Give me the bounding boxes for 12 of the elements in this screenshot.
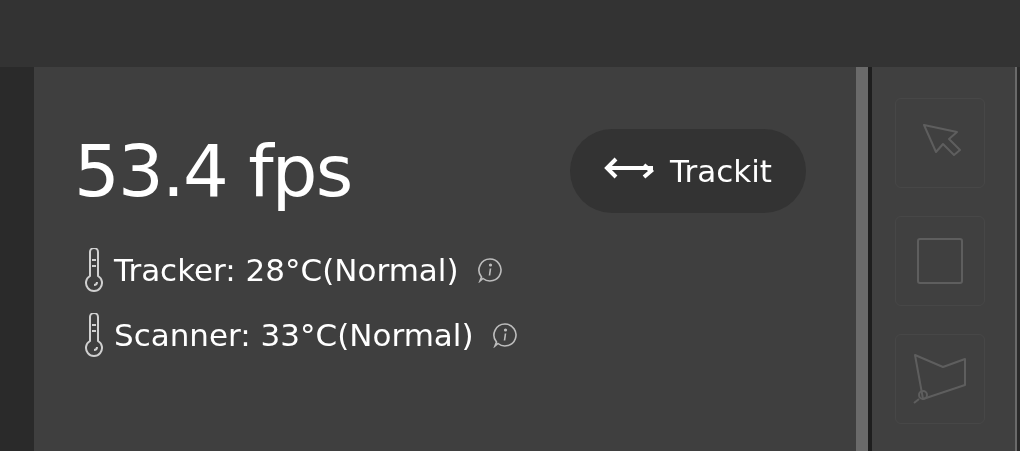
tool-button[interactable]	[894, 334, 985, 424]
thermometer-icon	[82, 248, 106, 293]
info-icon[interactable]	[476, 257, 503, 284]
tool-button[interactable]	[894, 98, 985, 188]
scrollbar[interactable]	[856, 67, 868, 451]
square-icon	[914, 236, 965, 286]
trackit-button[interactable]: Trackit	[570, 129, 806, 213]
info-icon[interactable]	[491, 321, 518, 348]
temperature-reading: Tracker: 28°C(Normal)	[114, 251, 459, 290]
thermometer-icon	[82, 312, 106, 357]
tool-button[interactable]	[894, 216, 985, 306]
temperature-reading: Scanner: 33°C(Normal)	[114, 315, 474, 355]
